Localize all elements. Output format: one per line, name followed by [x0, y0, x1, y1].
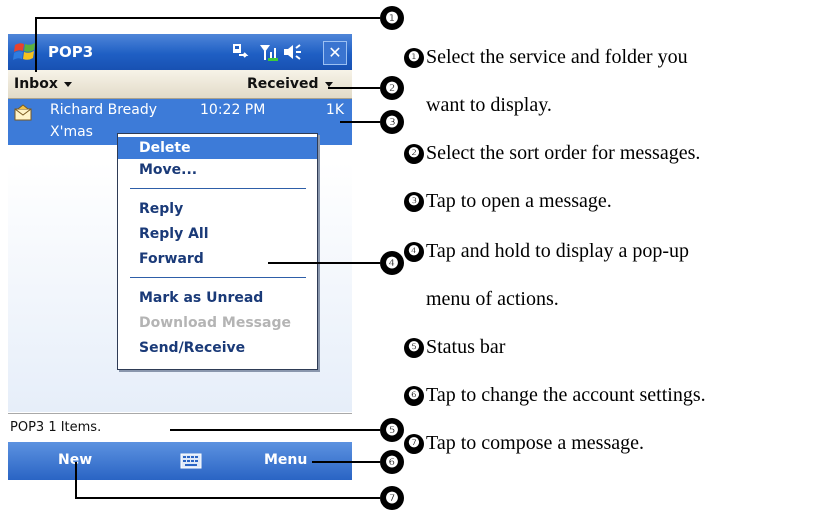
desc-3: ❸ Tap to open a message. — [404, 190, 612, 213]
desc-number: ❸ — [404, 192, 424, 212]
desc-7: ❼ Tap to compose a message. — [404, 432, 644, 455]
callout-7: ❼ — [380, 486, 404, 510]
desc-number: ❻ — [404, 386, 424, 406]
desc-5: ❺ Status bar — [404, 336, 505, 359]
callout-5: ❺ — [380, 418, 404, 442]
desc-number: ❺ — [404, 338, 424, 358]
callout-1: ❶ — [380, 6, 404, 30]
desc-1-cont: want to display. — [426, 94, 552, 116]
desc-number: ❶ — [404, 48, 424, 68]
callout-2: ❷ — [380, 76, 404, 100]
desc-6: ❻ Tap to change the account settings. — [404, 384, 706, 407]
desc-4-cont: menu of actions. — [426, 288, 559, 310]
desc-4: ❹ Tap and hold to display a pop-up — [404, 240, 689, 263]
desc-1: ❶ Select the service and folder you — [404, 46, 688, 69]
callout-4: ❹ — [380, 251, 404, 275]
desc-number: ❹ — [404, 242, 424, 262]
callout-6: ❻ — [380, 450, 404, 474]
desc-2: ❷ Select the sort order for messages. — [404, 142, 700, 165]
callout-3: ❸ — [380, 110, 404, 134]
desc-number: ❷ — [404, 144, 424, 164]
desc-number: ❼ — [404, 434, 424, 454]
